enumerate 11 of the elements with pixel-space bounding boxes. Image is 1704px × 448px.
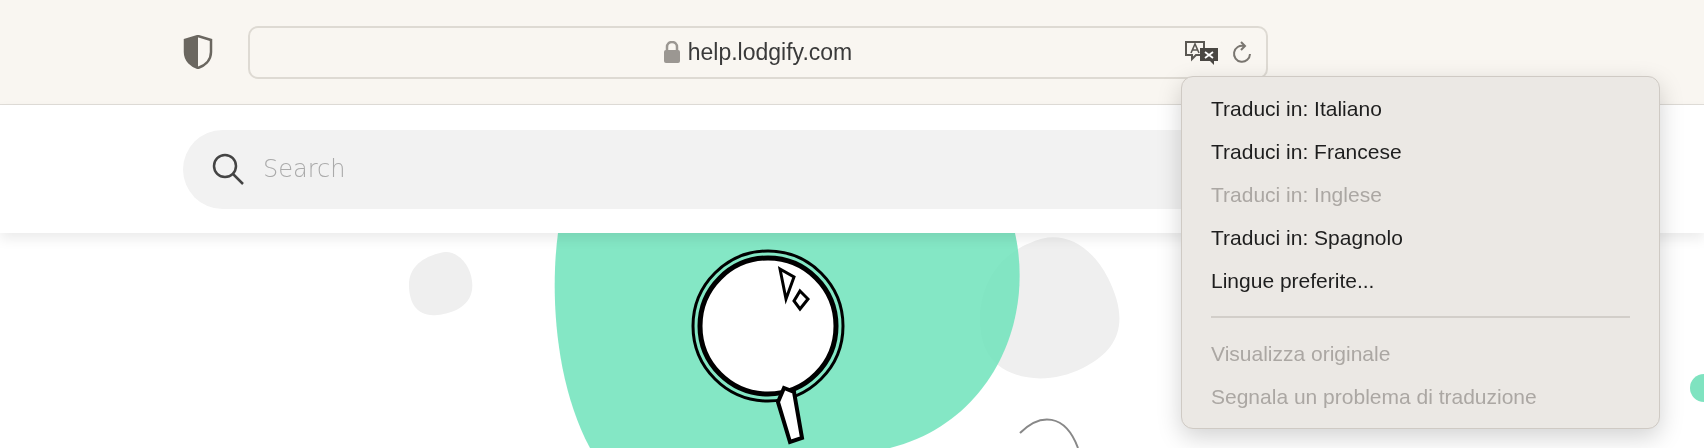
lock-icon [663,41,680,63]
shield-icon[interactable] [183,35,213,69]
menu-item[interactable]: Traduci in: Italiano [1182,87,1659,130]
search-icon [211,151,245,186]
curve-line [1019,418,1079,448]
reload-icon[interactable] [1232,40,1254,65]
translate-icon[interactable] [1184,39,1220,66]
address-bar[interactable]: help.lodgify.com [248,25,1268,79]
menu-item[interactable]: Traduci in: Spagnolo [1182,216,1659,259]
url-text: help.lodgify.com [687,37,853,67]
menu-item[interactable]: Lingue preferite... [1182,259,1659,302]
